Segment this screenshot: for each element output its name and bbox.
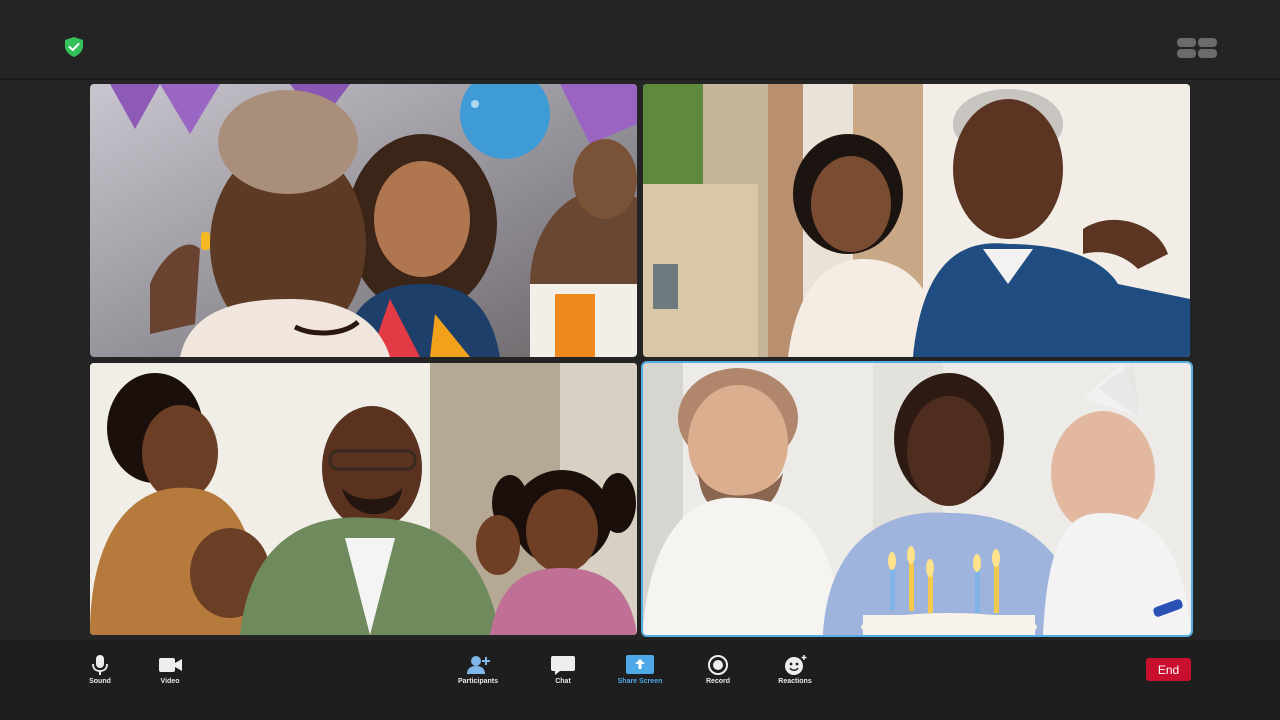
share-screen-icon [626, 655, 654, 674]
record-icon [708, 655, 728, 675]
video-tile-3[interactable] [90, 363, 637, 635]
participants-icon [467, 656, 490, 674]
chat-button[interactable]: Chat [528, 654, 598, 685]
video-tile-2[interactable] [643, 84, 1190, 357]
video-label: Video [160, 678, 180, 685]
gallery-view-icon[interactable] [1176, 37, 1218, 59]
chat-label: Chat [555, 678, 571, 685]
participant-video-1 [90, 84, 637, 357]
video-call-window: Sound Video Participants Chat Share Scre… [0, 0, 1280, 720]
record-label: Record [705, 678, 731, 685]
chat-icon [551, 656, 575, 675]
end-meeting-button[interactable]: End [1146, 658, 1191, 681]
reactions-label: Reactions [778, 678, 812, 685]
smiley-icon [785, 655, 807, 675]
share-screen-button[interactable]: Share Screen [605, 654, 675, 685]
participants-label: Participants [457, 678, 499, 685]
participant-video-2 [643, 84, 1190, 357]
video-grid [90, 84, 1194, 638]
top-bar [0, 0, 1280, 78]
participant-video-3 [90, 363, 637, 635]
participants-button[interactable]: Participants [443, 654, 513, 685]
record-button[interactable]: Record [683, 654, 753, 685]
participant-video-4 [643, 363, 1191, 635]
video-tile-4-active-speaker[interactable] [641, 361, 1193, 637]
share-screen-label: Share Screen [617, 678, 663, 685]
shield-check-icon[interactable] [63, 36, 85, 58]
microphone-icon [92, 655, 108, 675]
video-tile-1[interactable] [90, 84, 637, 357]
camera-icon [159, 658, 182, 672]
reactions-button[interactable]: Reactions [760, 654, 830, 685]
sound-label: Sound [89, 678, 111, 685]
sound-button[interactable]: Sound [65, 654, 135, 685]
meeting-toolbar: Sound Video Participants Chat Share Scre… [0, 640, 1280, 720]
top-divider [0, 78, 1280, 80]
video-button[interactable]: Video [135, 654, 205, 685]
